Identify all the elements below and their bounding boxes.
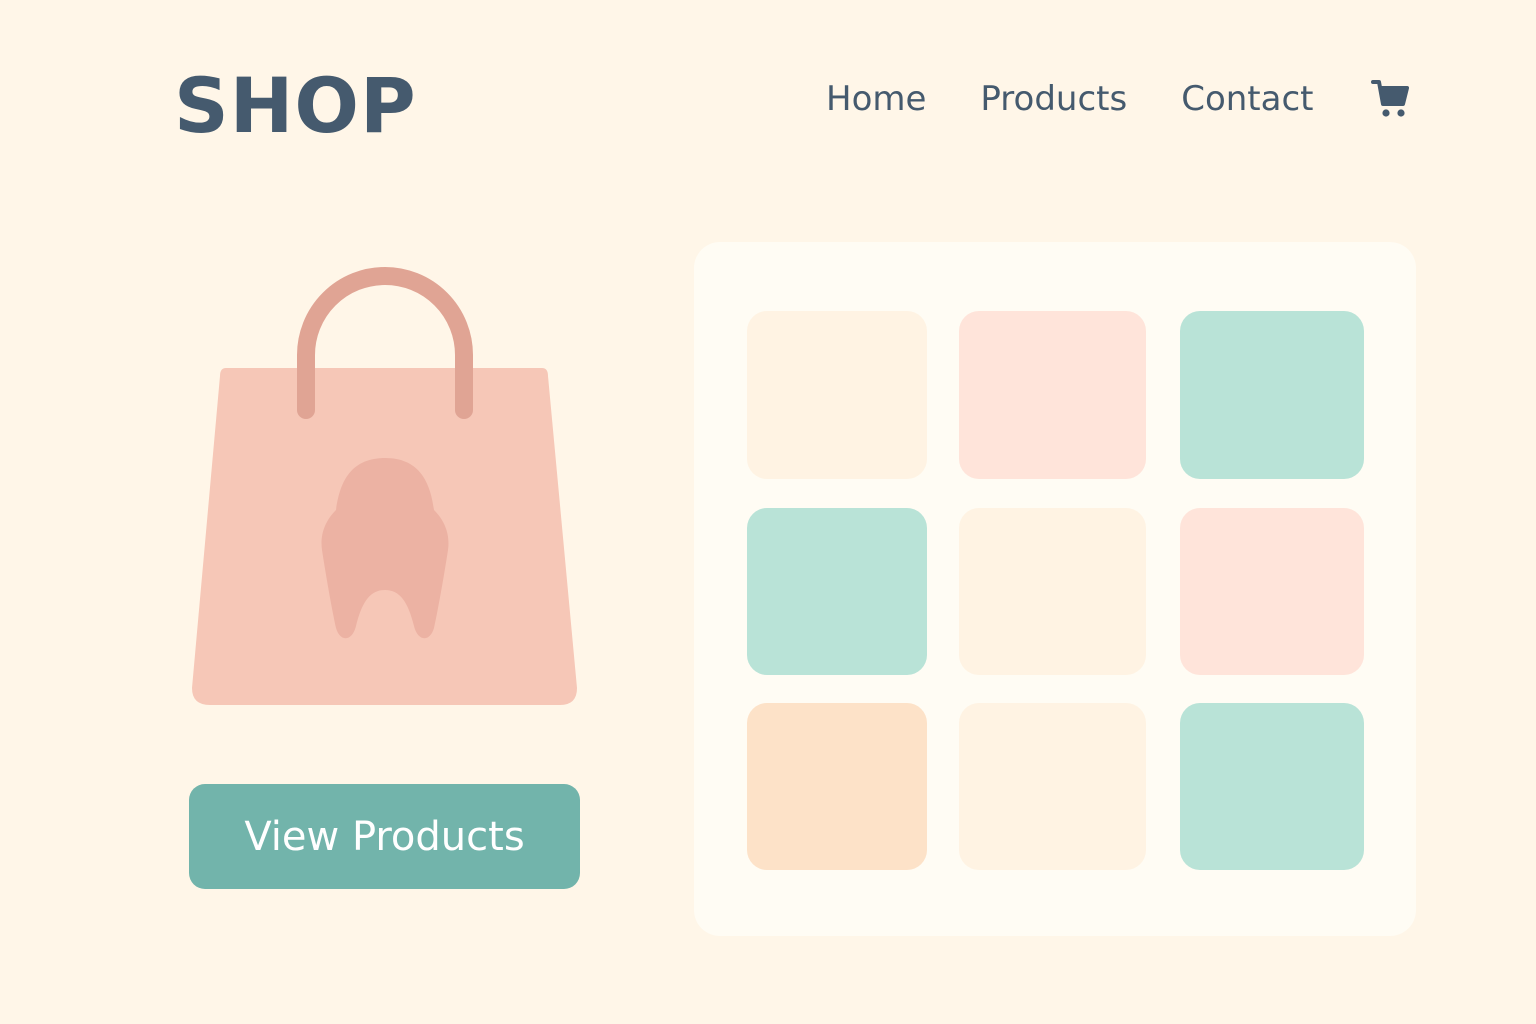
- product-tile[interactable]: [1180, 311, 1364, 479]
- main-nav: Home Products Contact: [826, 74, 1314, 124]
- nav-home[interactable]: Home: [826, 79, 926, 119]
- shop-page: SHOP Home Products Contact View Products: [0, 0, 1536, 1024]
- shopping-cart-icon[interactable]: [1370, 76, 1410, 120]
- product-tile[interactable]: [747, 311, 927, 479]
- nav-products[interactable]: Products: [980, 79, 1127, 119]
- product-tile[interactable]: [959, 508, 1146, 675]
- product-tile[interactable]: [1180, 508, 1364, 675]
- nav-contact[interactable]: Contact: [1181, 79, 1313, 119]
- product-tile[interactable]: [1180, 703, 1364, 870]
- view-products-button[interactable]: View Products: [189, 784, 580, 889]
- product-grid-panel: [694, 242, 1416, 936]
- product-tile[interactable]: [959, 703, 1146, 870]
- product-tile[interactable]: [959, 311, 1146, 479]
- product-tile[interactable]: [747, 508, 927, 675]
- logo[interactable]: SHOP: [174, 62, 417, 150]
- product-tile[interactable]: [747, 703, 927, 870]
- shopping-bag-icon: [186, 260, 584, 710]
